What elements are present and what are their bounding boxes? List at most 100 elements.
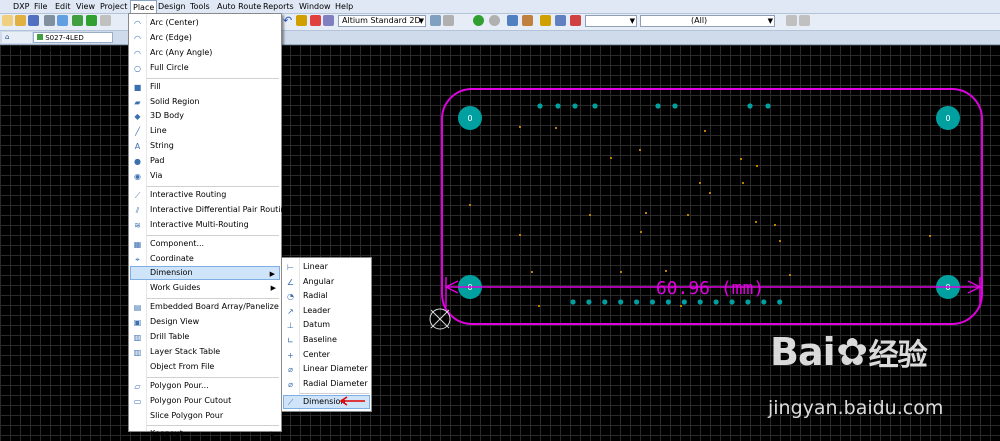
save-icon[interactable] [28, 15, 39, 26]
green-go-icon[interactable] [473, 15, 484, 26]
menu-item-coordinate[interactable]: ⌖ Coordinate [130, 252, 280, 266]
layer-arrow-icon[interactable] [443, 15, 454, 26]
menu-file[interactable]: File [34, 0, 47, 13]
menu-item-full-circle[interactable]: ○ Full Circle [130, 61, 280, 75]
menu-reports[interactable]: Reports [263, 0, 294, 13]
menu-item-linear[interactable]: ⊢ Linear [283, 260, 370, 274]
via-dot [929, 235, 931, 237]
menu-item-interactive-routing[interactable]: ⟋ Interactive Routing [130, 188, 280, 202]
menu-tools[interactable]: Tools [190, 0, 210, 13]
menu-item-leader[interactable]: ↗ Leader [283, 304, 370, 318]
menu-design[interactable]: Design [158, 0, 186, 13]
menu-item-interactive-differential-pair-routing[interactable]: ⫽ Interactive Differential Pair Routing [130, 203, 291, 217]
home-icon[interactable] [507, 15, 518, 26]
menu-item-slice-polygon-pour[interactable]: Slice Polygon Pour [130, 409, 280, 423]
menu-item-design-view[interactable]: ▣ Design View [130, 315, 280, 329]
route-icon[interactable] [296, 15, 307, 26]
pad-dot [602, 299, 608, 305]
pcb-document-icon [37, 34, 43, 40]
menu-edit[interactable]: Edit [55, 0, 71, 13]
menu-item-embedded-board-array-panelize[interactable]: ▤ Embedded Board Array/Panelize [130, 300, 280, 314]
menu-window[interactable]: Window [299, 0, 331, 13]
zoom-icon[interactable] [57, 15, 68, 26]
menu-auto-route[interactable]: Auto Route [217, 0, 261, 13]
via-icon: ◉ [134, 172, 141, 181]
via-dot [531, 271, 533, 273]
full-circle-icon: ○ [134, 63, 141, 73]
place-menu: ◠ Arc (Center) ◠ Arc (Edge) ◠ Arc (Any Angle)… [128, 13, 291, 438]
menu-item-datum[interactable]: ⊥ Datum [283, 318, 370, 332]
menu-item-dimension[interactable]: Dimension ▶ [130, 266, 280, 281]
component-tool-icon[interactable] [323, 15, 334, 26]
menu-item-angular[interactable]: ∠ Angular [283, 275, 370, 289]
menu-item-label: Linear [303, 262, 328, 271]
via-dot [639, 149, 641, 151]
select-icon[interactable] [100, 15, 111, 26]
menu-item-arc-any-angle[interactable]: ◠ Arc (Any Angle) [130, 46, 280, 60]
menu-item-work-guides[interactable]: Work Guides ▶ [130, 281, 280, 295]
view-configuration-select[interactable]: Altium Standard 2D ▼ [338, 15, 426, 27]
print-icon[interactable] [44, 15, 55, 26]
undo-icon[interactable]: ↶ [283, 15, 294, 26]
keepout-icon [133, 430, 142, 439]
pad-dot [555, 103, 561, 109]
menu-project[interactable]: Project [100, 0, 127, 13]
menu-separator [147, 376, 279, 378]
arc-any-angle-icon: ◠ [134, 48, 141, 58]
menu-item-line[interactable]: ╱ Line [130, 124, 280, 138]
navigate-icon[interactable] [489, 15, 500, 26]
pad-dot [634, 299, 640, 305]
tab-home[interactable]: ⌂ Home [2, 32, 32, 52]
clear-filter-icon[interactable] [799, 15, 810, 26]
menu-item-layer-stack-table[interactable]: ▥ Layer Stack Table [130, 345, 280, 359]
menu-item-arc-edge[interactable]: ◠ Arc (Edge) [130, 31, 280, 45]
pad-dot [537, 103, 543, 109]
layer-icon[interactable] [86, 15, 97, 26]
menu-help[interactable]: Help [335, 0, 353, 13]
pad-tool-icon[interactable] [310, 15, 321, 26]
menu-item-label: Linear Diameter [303, 364, 368, 374]
menu-bar: DXP File Edit View Project Place Design Tools Au… [0, 0, 1000, 14]
menu-item-solid-region[interactable]: ▰ Solid Region [130, 95, 280, 109]
menu-item-object-from-file[interactable]: Object From File [130, 360, 280, 374]
menu-item-component[interactable]: ▦ Component... [130, 237, 280, 251]
menu-item-linear-diameter[interactable]: ⌀ Linear Diameter [283, 362, 370, 376]
menu-item-via[interactable]: ◉ Via [130, 169, 280, 183]
highlight-icon[interactable] [540, 15, 551, 26]
menu-item-keepout[interactable]: Keepout ▶ [130, 427, 280, 441]
menu-item-arc-center[interactable]: ◠ Arc (Center) [130, 16, 280, 30]
new-document-icon[interactable] [2, 15, 13, 26]
browse-icon[interactable] [522, 15, 533, 26]
menu-item-pad[interactable]: ● Pad [130, 154, 280, 168]
menu-item-drill-table[interactable]: ▥ Drill Table [130, 330, 280, 344]
apply-filter-icon[interactable] [786, 15, 797, 26]
pad-dot [592, 103, 598, 109]
menu-item-radial-diameter[interactable]: ⌀ Radial Diameter [283, 377, 370, 391]
align-icon[interactable] [555, 15, 566, 26]
view-configuration-value: Altium Standard 2D [342, 16, 421, 25]
menu-item-center[interactable]: + Center [283, 348, 370, 362]
board-icon[interactable] [72, 15, 83, 26]
net-filter-select[interactable]: ▼ [585, 15, 637, 27]
menu-item-interactive-multi-routing[interactable]: ≋ Interactive Multi-Routing [130, 218, 280, 232]
tab-pcb-document[interactable]: S027-4LED V2.2.PCB * [33, 32, 113, 53]
pad-dot [665, 299, 672, 305]
menu-item-string[interactable]: A String [130, 139, 280, 153]
menu-dxp[interactable]: DXP [13, 0, 29, 13]
menu-view[interactable]: View [76, 0, 95, 13]
object-filter-select[interactable]: (All) ▼ [640, 15, 775, 27]
menu-item-radial[interactable]: ◔ Radial [283, 289, 370, 303]
layer-set-icon[interactable] [430, 15, 441, 26]
open-folder-icon[interactable] [15, 15, 26, 26]
menu-item-3d-body[interactable]: ◆ 3D Body [130, 109, 280, 123]
menu-item-baseline[interactable]: ∟ Baseline [283, 333, 370, 347]
menu-item-fill[interactable]: ■ Fill [130, 80, 280, 94]
menu-place[interactable]: Place [130, 0, 158, 13]
menu-item-polygon-pour[interactable]: ▱ Polygon Pour... [130, 379, 280, 393]
menu-item-polygon-pour-cutout[interactable]: ▭ Polygon Pour Cutout [130, 394, 280, 408]
menu-item-label: Radial [303, 291, 328, 301]
drill-table-icon: ▥ [133, 333, 142, 342]
menu-item-label: Datum [303, 320, 331, 330]
paste-icon[interactable] [570, 15, 581, 26]
tab-home-label: Home [5, 44, 26, 52]
